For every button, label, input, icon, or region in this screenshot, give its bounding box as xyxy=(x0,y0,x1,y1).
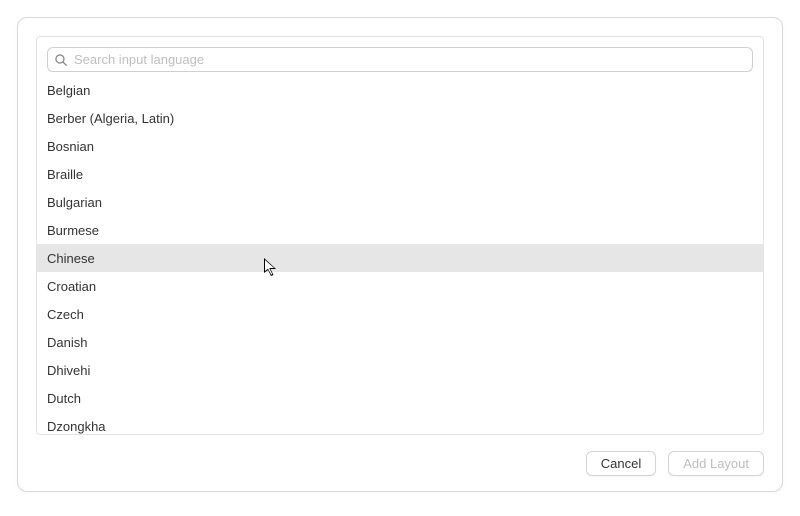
language-list[interactable]: Belgian Berber (Algeria, Latin) Bosnian Bra… xyxy=(37,76,763,434)
add-layout-button[interactable]: Add Layout xyxy=(668,451,764,476)
language-item[interactable]: Belgian xyxy=(37,76,763,104)
cancel-button[interactable]: Cancel xyxy=(586,451,656,476)
language-item[interactable]: Croatian xyxy=(37,272,763,300)
language-item[interactable]: Dzongkha xyxy=(37,412,763,434)
language-item[interactable]: Dhivehi xyxy=(37,356,763,384)
language-item-label: Czech xyxy=(47,307,84,322)
language-item[interactable]: Chinese xyxy=(37,244,763,272)
language-item-label: Dzongkha xyxy=(47,419,106,434)
dialog-button-row: Cancel Add Layout xyxy=(18,435,782,491)
language-item-label: Braille xyxy=(47,167,83,182)
language-item-label: Belgian xyxy=(47,83,90,98)
language-item-label: Chinese xyxy=(47,251,95,266)
language-panel: Belgian Berber (Algeria, Latin) Bosnian Bra… xyxy=(36,36,764,435)
language-item[interactable]: Bosnian xyxy=(37,132,763,160)
language-item[interactable]: Czech xyxy=(37,300,763,328)
language-item[interactable]: Danish xyxy=(37,328,763,356)
search-bar[interactable] xyxy=(47,47,753,72)
language-item-label: Burmese xyxy=(47,223,99,238)
language-item[interactable]: Burmese xyxy=(37,216,763,244)
language-item-label: Dhivehi xyxy=(47,363,90,378)
language-item[interactable]: Dutch xyxy=(37,384,763,412)
language-item-label: Bosnian xyxy=(47,139,94,154)
language-item-label: Croatian xyxy=(47,279,96,294)
language-item-label: Dutch xyxy=(47,391,81,406)
language-item-label: Bulgarian xyxy=(47,195,102,210)
language-item-label: Berber (Algeria, Latin) xyxy=(47,111,174,126)
search-icon xyxy=(54,53,68,67)
language-item-label: Danish xyxy=(47,335,87,350)
search-input[interactable] xyxy=(68,52,746,67)
language-item[interactable]: Bulgarian xyxy=(37,188,763,216)
language-item[interactable]: Berber (Algeria, Latin) xyxy=(37,104,763,132)
add-input-language-dialog: Belgian Berber (Algeria, Latin) Bosnian Bra… xyxy=(17,17,783,492)
language-item[interactable]: Braille xyxy=(37,160,763,188)
